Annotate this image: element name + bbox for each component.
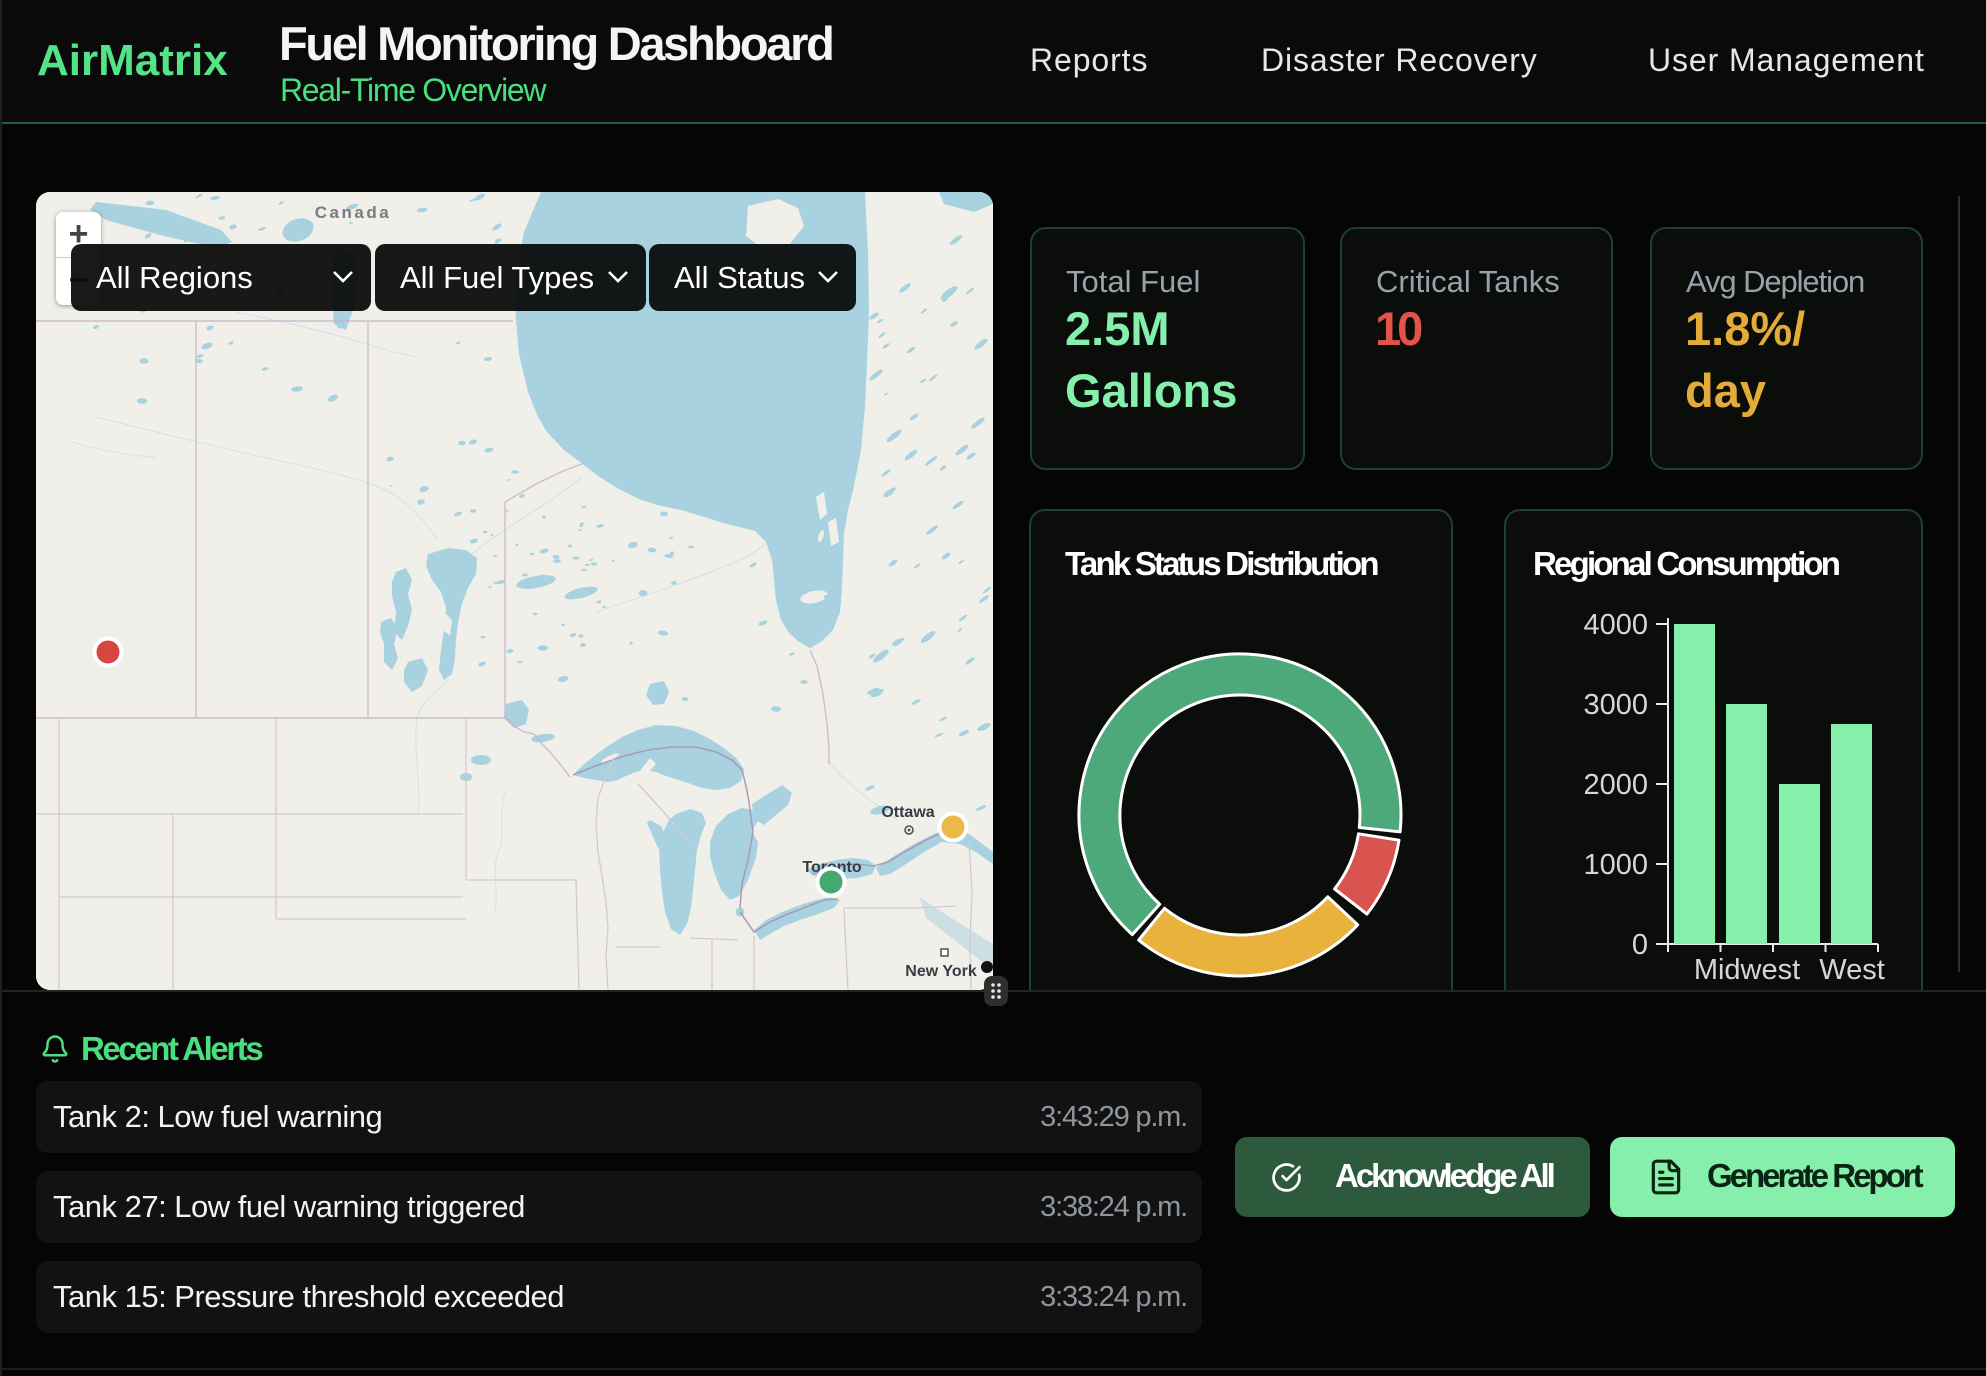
svg-text:New York: New York: [905, 963, 977, 980]
svg-text:Canada: Canada: [315, 203, 391, 222]
svg-text:Ottawa: Ottawa: [881, 804, 934, 821]
